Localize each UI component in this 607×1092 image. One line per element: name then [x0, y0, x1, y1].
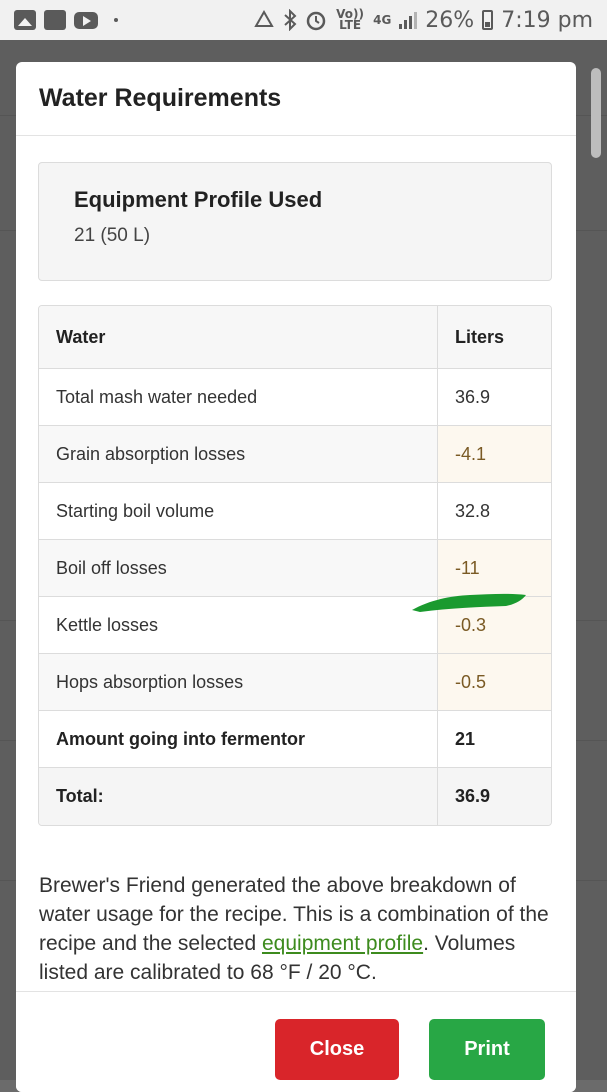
battery-icon — [482, 10, 494, 30]
print-button[interactable]: Print — [429, 1019, 545, 1080]
table-row: Starting boil volume 32.8 — [39, 483, 551, 540]
table-row: Amount going into fermentor 21 — [39, 711, 551, 768]
water-usage-description: Brewer's Friend generated the above brea… — [39, 871, 559, 987]
page-scrollbar[interactable] — [591, 68, 601, 158]
clock: 7:19 pm — [501, 7, 593, 33]
total-label: Total: — [39, 768, 437, 825]
modal-footer: Close Print — [16, 991, 576, 1092]
volte-label: Vo)) LTE — [336, 7, 365, 32]
row-label: Hops absorption losses — [39, 654, 437, 711]
row-label: Starting boil volume — [39, 483, 437, 540]
table-row: Grain absorption losses -4.1 — [39, 426, 551, 483]
equipment-profile-link[interactable]: equipment profile — [262, 932, 423, 955]
row-value: 36.9 — [437, 369, 551, 426]
equipment-profile-heading: Equipment Profile Used — [74, 187, 323, 212]
youtube-notification-icon — [74, 11, 98, 29]
modal-header: Water Requirements — [16, 62, 576, 136]
table-row: Boil off losses -11 — [39, 540, 551, 597]
status-bar: Vo)) LTE 4G 26% 7:19 pm — [0, 0, 607, 40]
gallery-notification-icon — [14, 10, 36, 30]
equipment-profile-value: 21 (50 L) — [74, 225, 151, 246]
green-marker-annotation — [412, 593, 526, 612]
water-table: Water Liters Total mash water needed 36.… — [38, 305, 552, 826]
row-label: Total mash water needed — [39, 369, 437, 426]
row-label: Kettle losses — [39, 597, 437, 654]
column-header-liters: Liters — [437, 306, 551, 369]
row-label: Grain absorption losses — [39, 426, 437, 483]
column-header-water: Water — [39, 306, 437, 369]
row-value: 21 — [437, 711, 551, 768]
row-value: -0.5 — [437, 654, 551, 711]
signal-strength-icon — [399, 11, 418, 29]
row-value: -11 — [437, 540, 551, 597]
bluetooth-icon — [284, 9, 297, 31]
row-value: -4.1 — [437, 426, 551, 483]
recycle-icon — [254, 10, 274, 27]
table-total-row: Total: 36.9 — [39, 768, 551, 825]
battery-percent: 26% — [425, 7, 475, 33]
water-requirements-modal: Water Requirements Equipment Profile Use… — [16, 62, 576, 1092]
table-header-row: Water Liters — [39, 306, 551, 369]
row-value: 32.8 — [437, 483, 551, 540]
modal-title: Water Requirements — [39, 84, 282, 112]
close-button[interactable]: Close — [275, 1019, 399, 1080]
total-value: 36.9 — [437, 768, 551, 825]
table-row: Total mash water needed 36.9 — [39, 369, 551, 426]
table-row: Hops absorption losses -0.5 — [39, 654, 551, 711]
row-label: Boil off losses — [39, 540, 437, 597]
more-notifications-dot-icon — [114, 18, 118, 22]
flipboard-notification-icon — [44, 10, 66, 30]
network-type-label: 4G — [373, 12, 392, 27]
alarm-icon — [306, 11, 326, 31]
row-label: Amount going into fermentor — [39, 711, 437, 768]
equipment-profile-card: Equipment Profile Used 21 (50 L) — [38, 162, 552, 281]
